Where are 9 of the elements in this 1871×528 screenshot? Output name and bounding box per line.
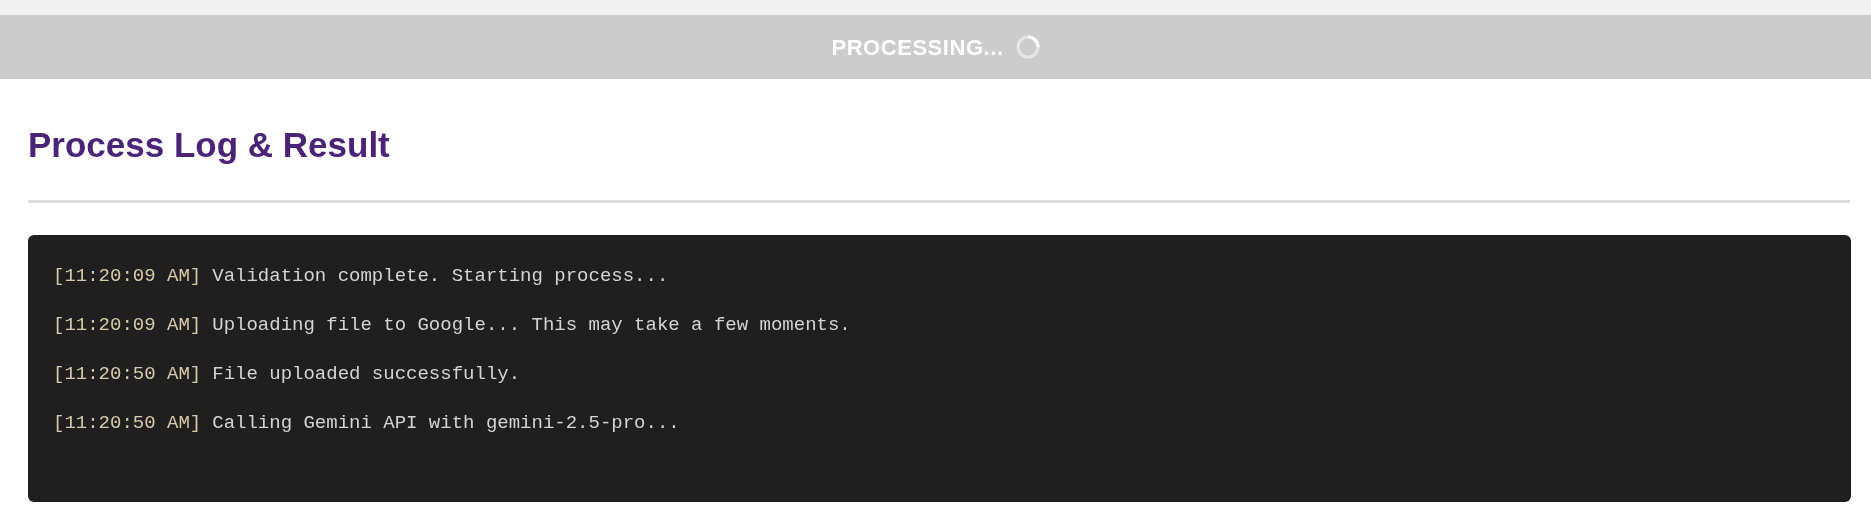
section-title: Process Log & Result — [28, 124, 391, 166]
log-message: File uploaded successfully. — [212, 362, 521, 386]
log-timestamp: [11:20:09 AM] — [53, 264, 202, 288]
log-timestamp: [11:20:09 AM] — [53, 313, 202, 337]
log-message: Calling Gemini API with gemini-2.5-pro... — [212, 411, 680, 435]
log-message: Validation complete. Starting process... — [212, 264, 669, 288]
log-message: Uploading file to Google... This may take a few moments. — [212, 313, 851, 337]
log-timestamp: [11:20:50 AM] — [53, 411, 202, 435]
log-timestamp: [11:20:50 AM] — [53, 362, 202, 386]
